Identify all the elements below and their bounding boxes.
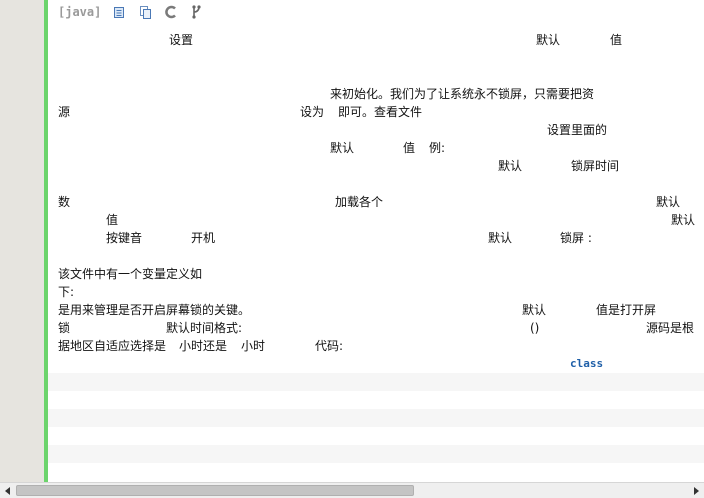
code-line-stripe bbox=[48, 409, 704, 427]
scrollbar-thumb[interactable] bbox=[16, 485, 414, 496]
text-fragment: 默认 bbox=[498, 159, 523, 173]
text-fragment: 该文件中有一个变量定义如 bbox=[58, 267, 203, 281]
text-fragment: 源码是根 bbox=[646, 321, 695, 335]
text-fragment: 默认 bbox=[671, 213, 696, 227]
text-fragment: () bbox=[530, 321, 540, 335]
text-fragment: 设置里面的 bbox=[547, 123, 608, 137]
text-fragment: 加载各个 bbox=[335, 195, 384, 209]
text-fragment: 代码: bbox=[315, 339, 344, 353]
text-fragment: 是用来管理是否开启屏幕锁的关键。 bbox=[58, 303, 251, 317]
text-fragment: 源 bbox=[58, 105, 71, 119]
left-gutter bbox=[0, 0, 44, 482]
text-fragment: 按键音 bbox=[106, 231, 143, 245]
text-fragment: 默认 bbox=[536, 33, 561, 47]
text-fragment: 开机 bbox=[191, 231, 216, 245]
text-fragment: 据地区自适应选择是 bbox=[58, 339, 167, 353]
print-icon[interactable] bbox=[163, 4, 179, 20]
text-fragment: 默认时间格式: bbox=[166, 321, 243, 335]
view-source-icon[interactable] bbox=[111, 4, 127, 20]
about-icon[interactable] bbox=[189, 4, 205, 20]
text-fragment: 小时还是 bbox=[179, 339, 228, 353]
code-line-stripe bbox=[48, 373, 704, 391]
scroll-right-arrow-icon[interactable] bbox=[694, 487, 699, 495]
text-fragment: 默认 bbox=[522, 303, 547, 317]
copy-icon[interactable] bbox=[137, 4, 153, 20]
language-label: [java] bbox=[58, 5, 102, 19]
text-fragment: 锁屏 : bbox=[560, 231, 592, 245]
text-fragment: 即可。查看文件 bbox=[338, 105, 423, 119]
text-fragment: 下: bbox=[58, 285, 75, 299]
text-fragment: 设为 bbox=[300, 105, 325, 119]
code-keyword: class bbox=[570, 357, 604, 370]
horizontal-scrollbar[interactable] bbox=[0, 482, 704, 498]
text-fragment: 来初始化。我们为了让系统永不锁屏，只需要把资 bbox=[330, 87, 595, 101]
code-content-pane: [java] 设置 默认 值 来初始化。我们为了让系统永不锁屏，只需要把资 源 … bbox=[48, 0, 704, 482]
text-fragment: 锁屏时间 bbox=[571, 159, 620, 173]
text-fragment: 默认 bbox=[330, 141, 355, 155]
text-fragment: 设置 bbox=[169, 33, 194, 47]
text-fragment: 默认 bbox=[488, 231, 513, 245]
text-fragment: 值是打开屏 bbox=[596, 303, 657, 317]
scroll-left-arrow-icon[interactable] bbox=[5, 487, 10, 495]
text-fragment: 锁 bbox=[58, 321, 71, 335]
text-fragment: 值 bbox=[106, 213, 119, 227]
text-fragment: 例: bbox=[429, 141, 446, 155]
text-fragment: 值 bbox=[610, 33, 623, 47]
text-fragment: 数 bbox=[58, 195, 71, 209]
text-fragment: 默认 bbox=[656, 195, 681, 209]
text-fragment: 值 bbox=[403, 141, 416, 155]
code-toolbar: [java] bbox=[58, 3, 205, 21]
code-line-stripe bbox=[48, 445, 704, 463]
text-fragment: 小时 bbox=[241, 339, 266, 353]
